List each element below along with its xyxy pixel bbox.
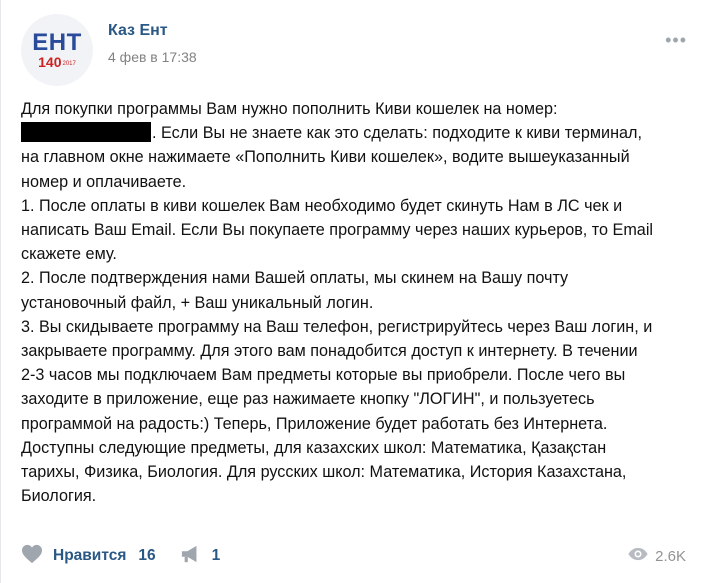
text-line: установочный файл, + Ваш уникальный логи…: [21, 293, 374, 312]
redacted-phone-number: [21, 122, 151, 143]
text-line: тарихы, Физика, Биология. Для русских шк…: [21, 463, 627, 482]
text-line: программой на радость:) Теперь, Приложен…: [21, 414, 608, 433]
text-line: закрываете программу. Для этого вам пона…: [21, 342, 638, 361]
paragraph: Для покупки программы Вам нужно пополнит…: [21, 97, 691, 194]
wall-post: ЕНТ 140 2017 Каз Ент 4 фев в 17:38 ••• Д…: [0, 0, 705, 583]
post-date[interactable]: 4 фев в 17:38: [108, 49, 197, 65]
text-line: номер и оплачиваете.: [21, 172, 187, 191]
like-label: Нравится: [53, 547, 127, 564]
text-line: 2-3 часов мы подключаем Вам предметы кот…: [21, 366, 626, 385]
megaphone-icon: [180, 544, 202, 569]
heart-icon: [21, 544, 43, 569]
avatar-logo-number-row: 140 2017: [38, 54, 76, 70]
views-count: 2.6K: [655, 547, 686, 565]
share-count: 1: [211, 547, 221, 564]
avatar-logo-number: 140: [38, 54, 62, 70]
text-line: Биология.: [21, 487, 97, 506]
paragraph: Доступны следующие предметы, для казахск…: [21, 436, 691, 509]
avatar[interactable]: ЕНТ 140 2017: [21, 14, 93, 86]
like-button[interactable]: Нравится 16: [21, 544, 156, 569]
text-line: 3. Вы скидываете программу на Ваш телефо…: [21, 317, 653, 336]
post-actions: Нравится 16 1 2.6K: [21, 541, 686, 571]
author-name[interactable]: Каз Ент: [108, 22, 168, 40]
views-counter: 2.6K: [627, 547, 686, 566]
text-line: заходите в приложение, еще раз нажимаете…: [21, 390, 595, 409]
text-line: . Если Вы не знаете как это сделать: под…: [152, 124, 642, 143]
text-line: Доступны следующие предметы, для казахск…: [21, 438, 607, 457]
more-options-icon[interactable]: •••: [665, 30, 687, 51]
paragraph: 2. После подтверждения нами Вашей оплаты…: [21, 266, 691, 314]
avatar-logo-text: ЕНТ: [32, 29, 82, 56]
paragraph: 1. После оплаты в киви кошелек Вам необх…: [21, 194, 691, 267]
avatar-logo-year: 2017: [62, 61, 76, 67]
text-line: 2. После подтверждения нами Вашей оплаты…: [21, 269, 569, 288]
post-text: Для покупки программы Вам нужно пополнит…: [21, 97, 691, 508]
like-count: 16: [138, 547, 156, 564]
paragraph: 3. Вы скидываете программу на Ваш телефо…: [21, 315, 691, 436]
text-line: Для покупки программы Вам нужно пополнит…: [21, 100, 558, 118]
eye-icon: [627, 547, 649, 566]
text-line: написать Ваш Email. Если Вы покупаете пр…: [21, 221, 654, 240]
text-line: на главном окне нажимаете «Пополнить Кив…: [21, 148, 630, 167]
text-line: 1. После оплаты в киви кошелек Вам необх…: [21, 196, 623, 215]
share-button[interactable]: 1: [180, 544, 221, 569]
text-line: скажете ему.: [21, 245, 117, 264]
